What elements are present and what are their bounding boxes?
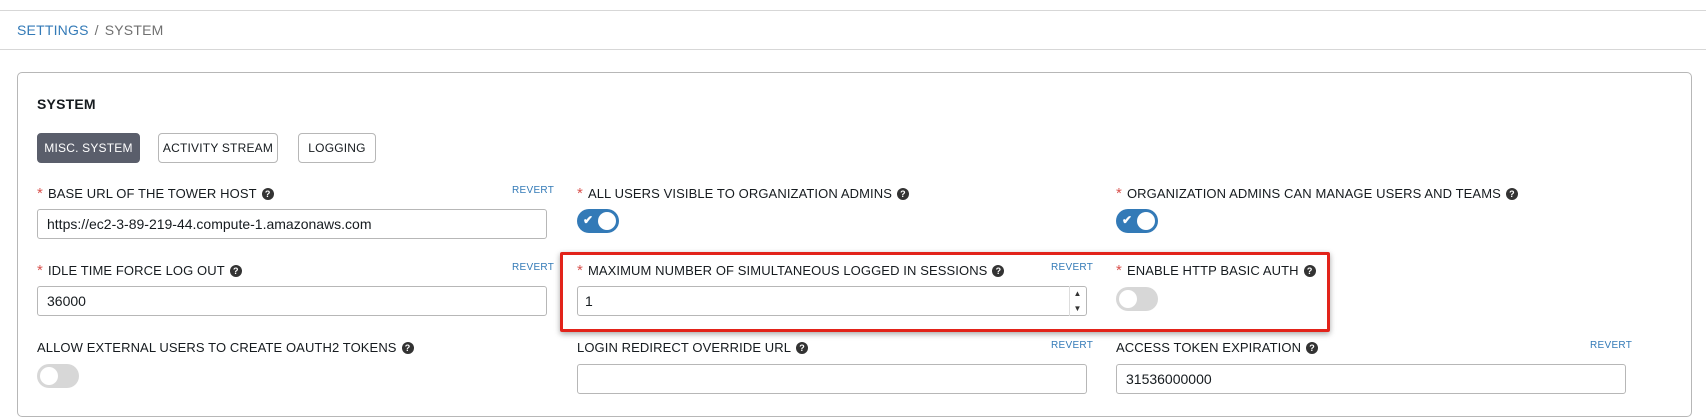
question-circle-icon[interactable]: ?: [1505, 187, 1518, 200]
login-redirect-input[interactable]: [577, 364, 1087, 394]
access-token-exp-label: ACCESS TOKEN EXPIRATION ?: [1116, 340, 1319, 355]
org-admins-manage-label-text: ORGANIZATION ADMINS CAN MANAGE USERS AND…: [1126, 186, 1501, 201]
question-circle-icon[interactable]: ?: [796, 341, 809, 354]
tab-logging[interactable]: LOGGING: [298, 133, 376, 163]
question-circle-icon[interactable]: ?: [229, 264, 242, 277]
required-marker: *: [1116, 185, 1122, 202]
toggle-knob: [40, 367, 58, 385]
required-marker: *: [37, 262, 43, 279]
breadcrumb-divider: [0, 49, 1706, 50]
base-url-input[interactable]: https://ec2-3-89-219-44.compute-1.amazon…: [37, 209, 547, 239]
idle-timeout-label: * IDLE TIME FORCE LOG OUT ?: [37, 262, 242, 279]
required-marker: *: [37, 185, 43, 202]
highlight-box: [560, 252, 1330, 332]
question-circle-icon[interactable]: ?: [1306, 341, 1319, 354]
breadcrumb: SETTINGS / SYSTEM: [17, 22, 163, 38]
base-url-revert-link[interactable]: REVERT: [512, 185, 554, 196]
idle-timeout-input[interactable]: 36000: [37, 286, 547, 316]
external-oauth2-label-text: ALLOW EXTERNAL USERS TO CREATE OAUTH2 TO…: [37, 340, 397, 355]
org-admins-manage-toggle[interactable]: ✔: [1116, 209, 1158, 233]
top-divider: [0, 10, 1706, 11]
breadcrumb-settings-link[interactable]: SETTINGS: [17, 22, 89, 38]
access-token-exp-input[interactable]: 31536000000: [1116, 364, 1626, 394]
idle-timeout-revert-link[interactable]: REVERT: [512, 262, 554, 273]
breadcrumb-separator: /: [94, 22, 99, 38]
access-token-exp-revert-link[interactable]: REVERT: [1590, 340, 1632, 351]
org-admins-manage-label: * ORGANIZATION ADMINS CAN MANAGE USERS A…: [1116, 185, 1518, 202]
login-redirect-revert-link[interactable]: REVERT: [1051, 340, 1093, 351]
login-redirect-label: LOGIN REDIRECT OVERRIDE URL ?: [577, 340, 809, 355]
all-users-visible-label: * ALL USERS VISIBLE TO ORGANIZATION ADMI…: [577, 185, 909, 202]
breadcrumb-current: SYSTEM: [104, 22, 164, 38]
checkmark-icon: ✔: [1122, 213, 1133, 227]
question-circle-icon[interactable]: ?: [401, 341, 414, 354]
question-circle-icon[interactable]: ?: [896, 187, 909, 200]
question-circle-icon[interactable]: ?: [261, 187, 274, 200]
required-marker: *: [577, 185, 583, 202]
idle-timeout-label-text: IDLE TIME FORCE LOG OUT: [47, 263, 225, 278]
access-token-exp-label-text: ACCESS TOKEN EXPIRATION: [1116, 340, 1302, 355]
all-users-visible-toggle[interactable]: ✔: [577, 209, 619, 233]
tab-misc-system[interactable]: MISC. SYSTEM: [37, 133, 140, 163]
external-oauth2-toggle[interactable]: [37, 364, 79, 388]
login-redirect-label-text: LOGIN REDIRECT OVERRIDE URL: [577, 340, 792, 355]
base-url-label-text: BASE URL OF THE TOWER HOST: [47, 186, 257, 201]
toggle-knob: [598, 212, 616, 230]
tab-activity-stream[interactable]: ACTIVITY STREAM: [158, 133, 278, 163]
external-oauth2-label: ALLOW EXTERNAL USERS TO CREATE OAUTH2 TO…: [37, 340, 414, 355]
toggle-knob: [1137, 212, 1155, 230]
all-users-visible-label-text: ALL USERS VISIBLE TO ORGANIZATION ADMINS: [587, 186, 892, 201]
panel-title: SYSTEM: [37, 96, 96, 112]
base-url-label: * BASE URL OF THE TOWER HOST ?: [37, 185, 274, 202]
checkmark-icon: ✔: [583, 213, 594, 227]
